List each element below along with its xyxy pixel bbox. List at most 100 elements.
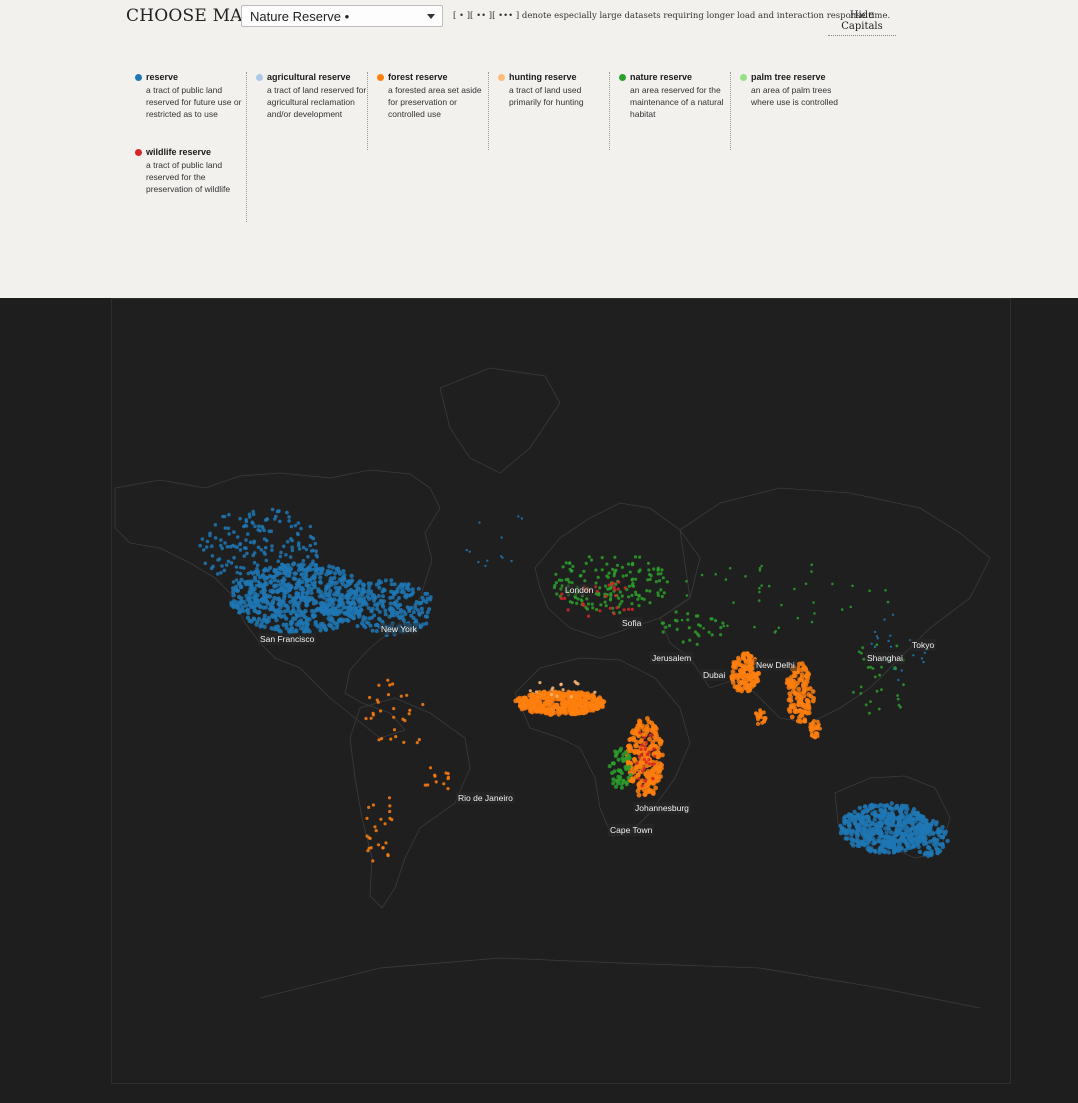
reserve-point[interactable] bbox=[234, 578, 239, 582]
reserve-point[interactable] bbox=[288, 555, 293, 559]
reserve-point[interactable] bbox=[656, 591, 660, 595]
reserve-point[interactable] bbox=[301, 545, 306, 550]
reserve-point[interactable] bbox=[804, 686, 810, 692]
reserve-point[interactable] bbox=[347, 592, 353, 598]
reserve-point[interactable] bbox=[809, 730, 814, 735]
reserve-point[interactable] bbox=[379, 709, 383, 713]
reserve-point[interactable] bbox=[549, 692, 554, 697]
reserve-point[interactable] bbox=[719, 626, 723, 630]
reserve-point[interactable] bbox=[746, 676, 752, 682]
reserve-point[interactable] bbox=[272, 567, 277, 572]
reserve-point[interactable] bbox=[528, 689, 532, 693]
reserve-point[interactable] bbox=[553, 583, 557, 587]
reserve-point[interactable] bbox=[405, 585, 410, 590]
reserve-point[interactable] bbox=[639, 747, 643, 751]
reserve-point[interactable] bbox=[389, 737, 393, 741]
reserve-point[interactable] bbox=[696, 614, 700, 618]
reserve-point[interactable] bbox=[582, 569, 586, 573]
reserve-point[interactable] bbox=[377, 585, 382, 590]
reserve-point[interactable] bbox=[259, 622, 264, 627]
reserve-point[interactable] bbox=[251, 553, 255, 558]
reserve-point[interactable] bbox=[358, 609, 363, 614]
reserve-point[interactable] bbox=[641, 787, 647, 793]
reserve-point[interactable] bbox=[619, 785, 624, 790]
reserve-point[interactable] bbox=[381, 846, 385, 850]
reserve-point[interactable] bbox=[369, 615, 374, 620]
reserve-point[interactable] bbox=[918, 813, 923, 819]
reserve-point[interactable] bbox=[645, 716, 650, 721]
reserve-point[interactable] bbox=[613, 594, 618, 598]
reserve-point[interactable] bbox=[653, 754, 657, 758]
reserve-point[interactable] bbox=[219, 543, 223, 548]
reserve-point[interactable] bbox=[291, 596, 296, 601]
reserve-point[interactable] bbox=[852, 809, 857, 814]
reserve-point[interactable] bbox=[649, 720, 655, 726]
reserve-point[interactable] bbox=[330, 619, 335, 624]
reserve-point[interactable] bbox=[886, 850, 892, 855]
reserve-point[interactable] bbox=[892, 667, 896, 671]
reserve-point[interactable] bbox=[226, 526, 231, 530]
reserve-point[interactable] bbox=[709, 617, 713, 621]
reserve-point[interactable] bbox=[877, 828, 883, 833]
reserve-point[interactable] bbox=[889, 645, 893, 648]
reserve-point[interactable] bbox=[232, 604, 237, 609]
reserve-point[interactable] bbox=[379, 817, 383, 821]
reserve-point[interactable] bbox=[376, 581, 381, 586]
reserve-point[interactable] bbox=[284, 553, 288, 557]
reserve-point[interactable] bbox=[603, 600, 607, 604]
reserve-point[interactable] bbox=[600, 568, 604, 572]
reserve-point[interactable] bbox=[344, 605, 348, 610]
reserve-point[interactable] bbox=[648, 577, 652, 581]
reserve-point[interactable] bbox=[380, 737, 384, 741]
reserve-point[interactable] bbox=[248, 515, 252, 519]
reserve-point[interactable] bbox=[446, 787, 450, 791]
reserve-point[interactable] bbox=[896, 697, 900, 701]
reserve-point[interactable] bbox=[217, 557, 222, 561]
reserve-point[interactable] bbox=[287, 515, 291, 519]
reserve-point[interactable] bbox=[428, 597, 433, 602]
reserve-point[interactable] bbox=[626, 776, 631, 780]
reserve-point[interactable] bbox=[751, 682, 757, 688]
reserve-point[interactable] bbox=[627, 595, 631, 599]
reserve-point[interactable] bbox=[917, 849, 923, 855]
reserve-point[interactable] bbox=[401, 717, 405, 721]
reserve-point[interactable] bbox=[667, 624, 672, 628]
reserve-point[interactable] bbox=[402, 740, 406, 744]
reserve-point[interactable] bbox=[912, 811, 917, 816]
reserve-point[interactable] bbox=[579, 690, 584, 696]
reserve-point[interactable] bbox=[910, 844, 916, 849]
reserve-point[interactable] bbox=[686, 618, 690, 622]
reserve-point[interactable] bbox=[904, 810, 909, 815]
reserve-point[interactable] bbox=[566, 697, 572, 703]
reserve-point[interactable] bbox=[281, 599, 286, 605]
reserve-point[interactable] bbox=[309, 590, 314, 596]
reserve-point[interactable] bbox=[584, 561, 588, 565]
reserve-point[interactable] bbox=[312, 575, 317, 581]
reserve-point[interactable] bbox=[611, 781, 616, 786]
reserve-point[interactable] bbox=[559, 596, 564, 601]
reserve-point[interactable] bbox=[785, 679, 791, 684]
reserve-point[interactable] bbox=[638, 568, 642, 572]
reserve-point[interactable] bbox=[421, 598, 426, 603]
reserve-point[interactable] bbox=[726, 624, 729, 628]
reserve-point[interactable] bbox=[788, 683, 794, 689]
reserve-point[interactable] bbox=[407, 607, 412, 612]
reserve-point[interactable] bbox=[515, 697, 521, 703]
reserve-point[interactable] bbox=[617, 580, 621, 584]
reserve-point[interactable] bbox=[333, 606, 338, 611]
reserve-point[interactable] bbox=[871, 667, 875, 670]
reserve-point[interactable] bbox=[796, 686, 802, 692]
reserve-point[interactable] bbox=[540, 703, 546, 709]
reserve-point[interactable] bbox=[546, 699, 551, 705]
reserve-point[interactable] bbox=[613, 555, 617, 559]
reserve-point[interactable] bbox=[281, 622, 286, 627]
reserve-point[interactable] bbox=[235, 570, 240, 575]
reserve-point[interactable] bbox=[589, 558, 594, 562]
reserve-point[interactable] bbox=[282, 613, 287, 619]
reserve-point[interactable] bbox=[222, 568, 227, 573]
reserve-point[interactable] bbox=[580, 599, 584, 603]
reserve-point[interactable] bbox=[237, 610, 242, 615]
reserve-point[interactable] bbox=[665, 580, 669, 584]
city-label-jerusalem[interactable]: Jerusalem bbox=[650, 652, 694, 664]
reserve-point[interactable] bbox=[787, 709, 793, 714]
